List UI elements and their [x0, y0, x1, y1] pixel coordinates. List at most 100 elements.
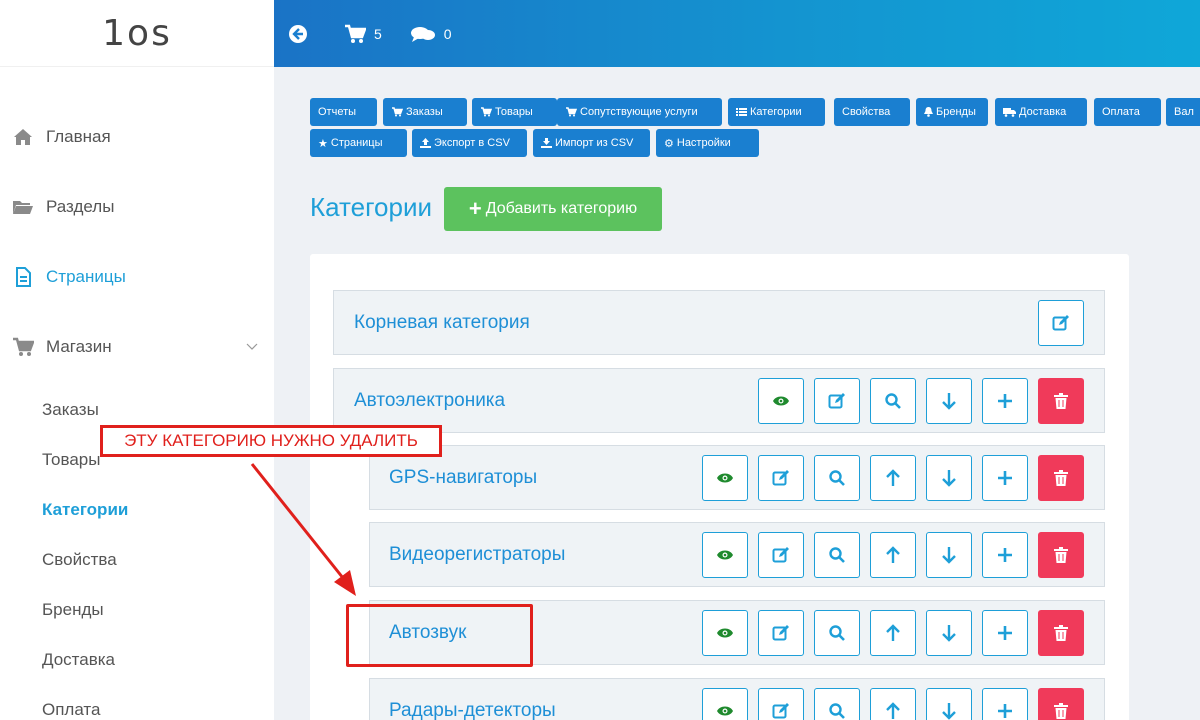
sidebar: 1os Главная Разделы Страницы Магазин Зак… [0, 0, 274, 720]
arrow-down-icon [942, 703, 956, 720]
category-name[interactable]: GPS-навигаторы [389, 467, 537, 489]
button-label: Импорт из CSV [555, 137, 634, 149]
messages-button[interactable]: 0 [410, 25, 452, 43]
delete-button[interactable] [1038, 532, 1084, 578]
search-button[interactable] [814, 455, 860, 501]
edit-button[interactable] [1038, 300, 1084, 346]
plus-icon [998, 471, 1012, 485]
arrow-up-icon [886, 702, 900, 719]
arrow-up-icon [886, 624, 900, 641]
toolbar-currency-button[interactable]: Вал [1166, 98, 1200, 126]
chevron-down-icon[interactable] [246, 340, 258, 354]
toolbar-brands-button[interactable]: Бренды [916, 98, 988, 126]
move-down-button[interactable] [926, 532, 972, 578]
delete-button[interactable] [1038, 610, 1084, 656]
search-icon [829, 703, 845, 719]
move-up-button[interactable] [870, 610, 916, 656]
sidebar-item-label: Разделы [46, 197, 115, 216]
category-name[interactable]: Автоэлектроника [354, 390, 505, 412]
edit-icon [772, 547, 789, 563]
toolbar-properties-button[interactable]: Свойства [834, 98, 910, 126]
edit-button[interactable] [758, 610, 804, 656]
add-category-label: Добавить категорию [485, 200, 638, 217]
logo[interactable]: 1os [0, 0, 274, 67]
button-label: Страницы [330, 137, 383, 149]
submenu-item-properties[interactable]: Свойства [0, 535, 274, 585]
sidebar-item-label: Главная [46, 127, 111, 146]
move-up-button[interactable] [870, 688, 916, 720]
download-icon [541, 138, 552, 148]
category-name[interactable]: Корневая категория [354, 312, 530, 334]
search-button[interactable] [870, 378, 916, 424]
toolbar-export-csv-button[interactable]: Экспорт в CSV [412, 129, 527, 157]
add-subcategory-button[interactable] [982, 455, 1028, 501]
submenu-item-payment[interactable]: Оплата [0, 685, 274, 720]
edit-button[interactable] [814, 378, 860, 424]
move-up-button[interactable] [870, 455, 916, 501]
toolbar-categories-button[interactable]: Категории [728, 98, 825, 126]
toolbar-orders-button[interactable]: Заказы [383, 98, 467, 126]
view-button[interactable] [702, 610, 748, 656]
edit-button[interactable] [758, 532, 804, 578]
sidebar-item-home[interactable]: Главная [0, 102, 274, 172]
search-button[interactable] [814, 610, 860, 656]
back-button[interactable] [288, 24, 316, 44]
search-button[interactable] [814, 688, 860, 720]
toolbar-settings-button[interactable]: ⚙ Настройки [656, 129, 759, 157]
trash-icon [1054, 470, 1068, 486]
add-subcategory-button[interactable] [982, 688, 1028, 720]
toolbar-payment-button[interactable]: Оплата [1094, 98, 1161, 126]
category-name[interactable]: Видеорегистраторы [389, 544, 565, 566]
view-button[interactable] [758, 378, 804, 424]
add-subcategory-button[interactable] [982, 610, 1028, 656]
move-down-button[interactable] [926, 455, 972, 501]
category-name[interactable]: Радары-детекторы [389, 700, 556, 720]
submenu-item-brands[interactable]: Бренды [0, 585, 274, 635]
sidebar-item-pages[interactable]: Страницы [0, 242, 274, 312]
top-bar: 5 0 [274, 0, 1200, 67]
button-label: Бренды [936, 106, 976, 118]
submenu-item-delivery[interactable]: Доставка [0, 635, 274, 685]
add-subcategory-button[interactable] [982, 378, 1028, 424]
edit-button[interactable] [758, 455, 804, 501]
button-label: Доставка [1019, 106, 1067, 118]
submenu-item-categories[interactable]: Категории [0, 485, 274, 535]
comments-icon [410, 26, 435, 42]
sidebar-item-shop[interactable]: Магазин [0, 312, 274, 382]
search-icon [829, 625, 845, 641]
eye-icon [717, 550, 733, 560]
delete-button[interactable] [1038, 455, 1084, 501]
file-icon [10, 267, 36, 287]
edit-icon [1052, 315, 1069, 331]
plus-icon [998, 394, 1012, 408]
edit-button[interactable] [758, 688, 804, 720]
delete-button[interactable] [1038, 378, 1084, 424]
view-button[interactable] [702, 688, 748, 720]
toolbar-products-button[interactable]: Товары [472, 98, 557, 126]
gear-icon: ⚙ [664, 137, 674, 150]
button-label: Экспорт в CSV [434, 137, 510, 149]
view-button[interactable] [702, 532, 748, 578]
toolbar-delivery-button[interactable]: Доставка [995, 98, 1087, 126]
move-down-button[interactable] [926, 610, 972, 656]
logo-text: 1os [102, 12, 172, 54]
sidebar-item-sections[interactable]: Разделы [0, 172, 274, 242]
move-up-button[interactable] [870, 532, 916, 578]
toolbar-reports-button[interactable]: Отчеты [310, 98, 377, 126]
toolbar-import-csv-button[interactable]: Импорт из CSV [533, 129, 650, 157]
add-category-button[interactable]: + Добавить категорию [444, 187, 662, 231]
search-button[interactable] [814, 532, 860, 578]
view-button[interactable] [702, 455, 748, 501]
button-label: Категории [750, 106, 802, 118]
cart-button[interactable]: 5 [344, 24, 382, 44]
arrow-up-icon [886, 469, 900, 486]
list-icon [736, 107, 747, 117]
cart-icon [565, 107, 577, 117]
toolbar-pages-button[interactable]: ★ Страницы [310, 129, 407, 157]
add-subcategory-button[interactable] [982, 532, 1028, 578]
move-down-button[interactable] [926, 378, 972, 424]
delete-button[interactable] [1038, 688, 1084, 720]
move-down-button[interactable] [926, 688, 972, 720]
trash-icon [1054, 625, 1068, 641]
toolbar-related-services-button[interactable]: Сопутствующие услуги [557, 98, 722, 126]
